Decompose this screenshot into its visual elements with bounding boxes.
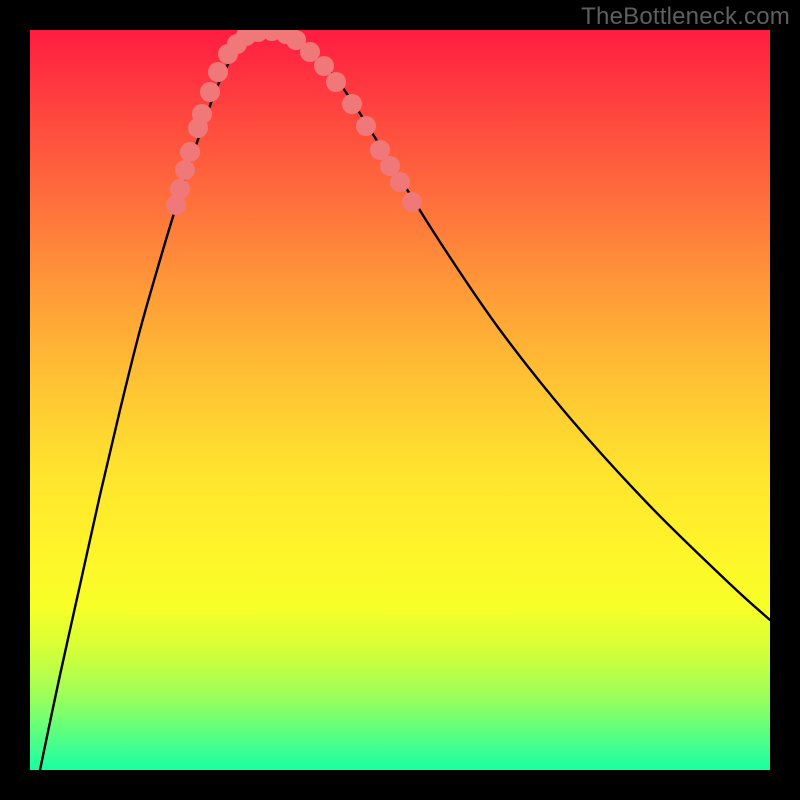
curve-marker	[208, 62, 228, 82]
watermark-text: TheBottleneck.com	[581, 3, 790, 31]
curve-markers	[166, 30, 422, 215]
curve-marker	[342, 94, 362, 114]
bottleneck-curve	[40, 31, 770, 770]
curve-marker	[326, 72, 346, 92]
curve-marker	[402, 192, 422, 212]
curve-marker	[180, 142, 200, 162]
curve-marker	[175, 160, 195, 180]
curve-marker	[390, 172, 410, 192]
curve-marker	[170, 179, 190, 199]
chart-frame: TheBottleneck.com	[0, 0, 800, 800]
curve-marker	[314, 56, 334, 76]
chart-plot-area	[30, 30, 770, 770]
curve-marker	[200, 82, 220, 102]
curve-marker	[192, 104, 212, 124]
chart-svg	[30, 30, 770, 770]
curve-marker	[356, 116, 376, 136]
